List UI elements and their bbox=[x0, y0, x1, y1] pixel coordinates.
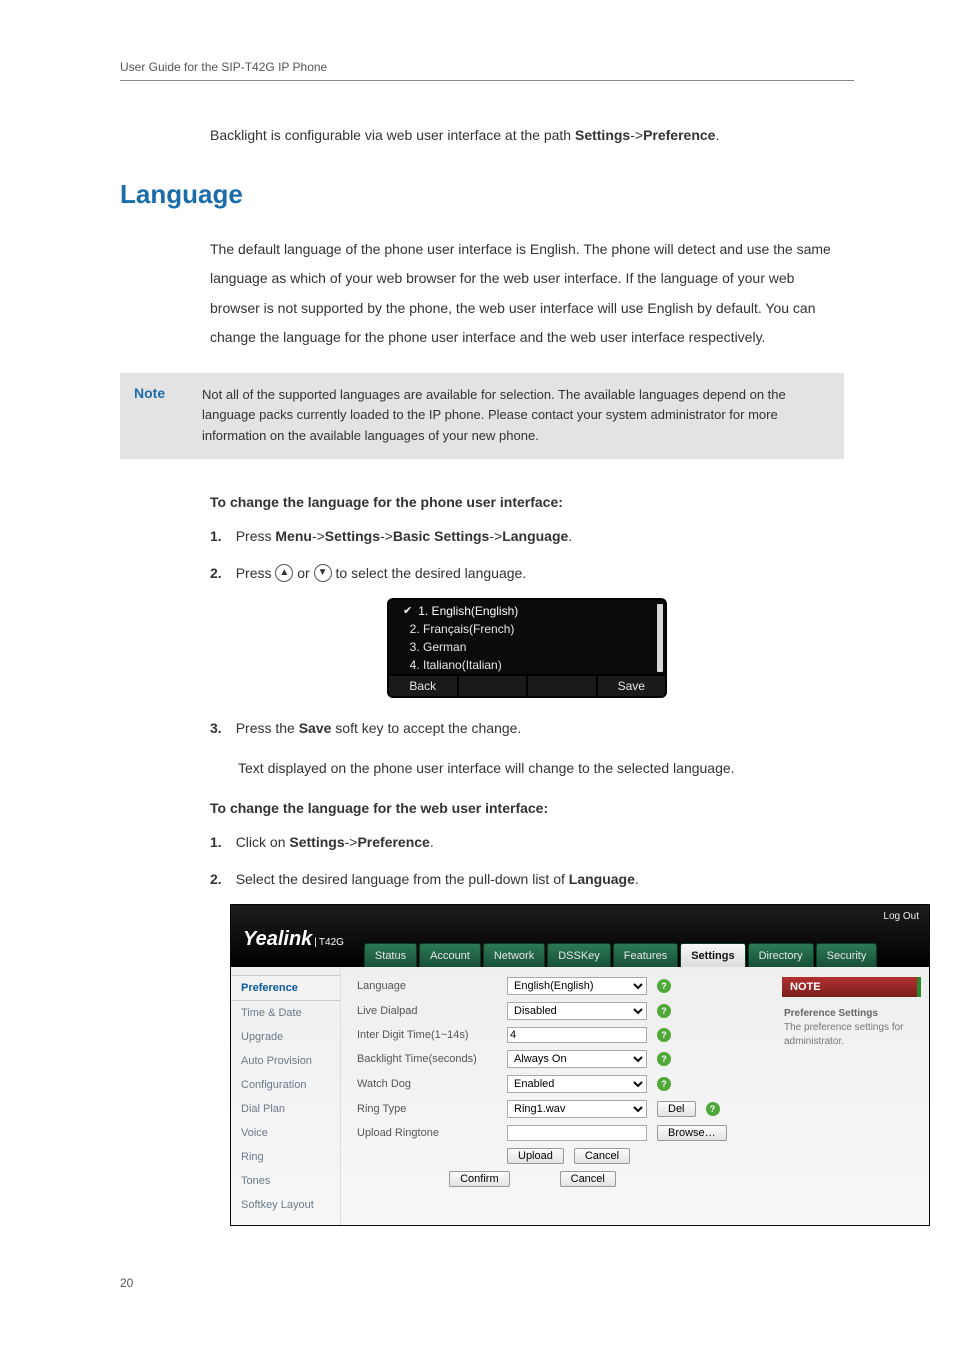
help-icon[interactable]: ? bbox=[706, 1102, 720, 1116]
brand-logo: Yealink|T42G bbox=[243, 928, 344, 967]
step-3: 3. Press the Save soft key to accept the… bbox=[210, 716, 844, 741]
step-num: 1. bbox=[210, 830, 222, 855]
browse-button[interactable]: Browse… bbox=[657, 1125, 727, 1141]
webui-tabs: Status Account Network DSSKey Features S… bbox=[364, 943, 877, 967]
intro-paragraph: Backlight is configurable via web user i… bbox=[210, 121, 844, 149]
subhead-phone-lang: To change the language for the phone use… bbox=[210, 494, 844, 510]
confirm-button[interactable]: Confirm bbox=[449, 1171, 510, 1187]
post-step-text: Text displayed on the phone user interfa… bbox=[238, 754, 844, 782]
sidebar-item-preference[interactable]: Preference bbox=[231, 975, 340, 1001]
select-backlight[interactable]: Always On bbox=[507, 1050, 647, 1068]
tab-status[interactable]: Status bbox=[364, 943, 417, 967]
sidebar-item-autoprovision[interactable]: Auto Provision bbox=[231, 1049, 340, 1073]
tab-directory[interactable]: Directory bbox=[748, 943, 814, 967]
lcd-row: 4. Italiano(Italian) bbox=[393, 656, 661, 674]
input-upload-path[interactable] bbox=[507, 1125, 647, 1141]
page-number: 20 bbox=[120, 1276, 854, 1290]
step-1: 1. Press Menu->Settings->Basic Settings-… bbox=[210, 524, 844, 549]
upload-button[interactable]: Upload bbox=[507, 1148, 564, 1164]
lcd-softkey-empty bbox=[457, 676, 527, 696]
language-description: The default language of the phone user i… bbox=[210, 235, 844, 353]
down-arrow-icon: ▼ bbox=[314, 564, 332, 582]
label-inter-digit: Inter Digit Time(1~14s) bbox=[357, 1029, 497, 1041]
note-panel-title: Preference Settings bbox=[784, 1008, 878, 1019]
help-icon[interactable]: ? bbox=[657, 1077, 671, 1091]
tab-network[interactable]: Network bbox=[483, 943, 545, 967]
lcd-row-selected: ✔1. English(English) bbox=[393, 602, 661, 620]
lcd-row: 2. Français(French) bbox=[393, 620, 661, 638]
note-text: Not all of the supported languages are a… bbox=[202, 385, 832, 447]
help-icon[interactable]: ? bbox=[657, 1052, 671, 1066]
tab-features[interactable]: Features bbox=[613, 943, 678, 967]
subhead-web-lang: To change the language for the web user … bbox=[210, 800, 844, 816]
input-inter-digit[interactable] bbox=[507, 1027, 647, 1043]
select-ringtype[interactable]: Ring1.wav bbox=[507, 1100, 647, 1118]
logout-link[interactable]: Log Out bbox=[883, 911, 919, 922]
tab-account[interactable]: Account bbox=[419, 943, 481, 967]
lcd-softkey-back: Back bbox=[389, 676, 457, 696]
label-backlight: Backlight Time(seconds) bbox=[357, 1053, 497, 1065]
step-num: 2. bbox=[210, 561, 222, 586]
note-panel-body: The preference settings for administrato… bbox=[784, 1022, 904, 1047]
webui-note-panel: NOTE Preference Settings The preference … bbox=[774, 967, 929, 1225]
label-ringtype: Ring Type bbox=[357, 1103, 497, 1115]
note-box: Note Not all of the supported languages … bbox=[120, 373, 844, 459]
sidebar-item-ring[interactable]: Ring bbox=[231, 1145, 340, 1169]
sidebar-item-upgrade[interactable]: Upgrade bbox=[231, 1025, 340, 1049]
section-title-language: Language bbox=[120, 179, 854, 210]
step-num: 3. bbox=[210, 716, 222, 741]
step-w1: 1. Click on Settings->Preference. bbox=[210, 830, 844, 855]
lcd-row: 3. German bbox=[393, 638, 661, 656]
tab-dsskey[interactable]: DSSKey bbox=[547, 943, 611, 967]
label-watchdog: Watch Dog bbox=[357, 1078, 497, 1090]
step-num: 1. bbox=[210, 524, 222, 549]
tab-security[interactable]: Security bbox=[816, 943, 878, 967]
sidebar-item-dialplan[interactable]: Dial Plan bbox=[231, 1097, 340, 1121]
webui-main: Language English(English) ? Live Dialpad… bbox=[341, 967, 774, 1225]
cancel-button[interactable]: Cancel bbox=[560, 1171, 616, 1187]
up-arrow-icon: ▲ bbox=[275, 564, 293, 582]
select-watchdog[interactable]: Enabled bbox=[507, 1075, 647, 1093]
help-icon[interactable]: ? bbox=[657, 1028, 671, 1042]
help-icon[interactable]: ? bbox=[657, 979, 671, 993]
note-panel-head: NOTE bbox=[782, 977, 921, 997]
sidebar-item-voice[interactable]: Voice bbox=[231, 1121, 340, 1145]
step-w2: 2. Select the desired language from the … bbox=[210, 867, 844, 892]
tab-settings[interactable]: Settings bbox=[680, 943, 745, 967]
select-language[interactable]: English(English) bbox=[507, 977, 647, 995]
page-header: User Guide for the SIP-T42G IP Phone bbox=[120, 60, 854, 81]
lcd-scrollbar bbox=[657, 604, 663, 672]
step-num: 2. bbox=[210, 867, 222, 892]
lcd-softkey-empty bbox=[526, 676, 596, 696]
help-icon[interactable]: ? bbox=[657, 1004, 671, 1018]
webui-screenshot: Log Out Yealink|T42G Status Account Netw… bbox=[230, 904, 930, 1226]
sidebar-item-softkeylayout[interactable]: Softkey Layout bbox=[231, 1193, 340, 1217]
del-button[interactable]: Del bbox=[657, 1101, 696, 1117]
label-live-dialpad: Live Dialpad bbox=[357, 1005, 497, 1017]
sidebar-item-configuration[interactable]: Configuration bbox=[231, 1073, 340, 1097]
step-2: 2. Press ▲ or ▼ to select the desired la… bbox=[210, 561, 844, 586]
select-live-dialpad[interactable]: Disabled bbox=[507, 1002, 647, 1020]
note-label: Note bbox=[134, 385, 184, 447]
label-language: Language bbox=[357, 980, 497, 992]
sidebar-item-timedate[interactable]: Time & Date bbox=[231, 1001, 340, 1025]
lcd-softkey-save: Save bbox=[596, 676, 666, 696]
check-icon: ✔ bbox=[403, 604, 412, 618]
label-upload-ringtone: Upload Ringtone bbox=[357, 1127, 497, 1139]
phone-lcd-screenshot: ✔1. English(English) 2. Français(French)… bbox=[387, 598, 667, 698]
cancel-button[interactable]: Cancel bbox=[574, 1148, 630, 1164]
